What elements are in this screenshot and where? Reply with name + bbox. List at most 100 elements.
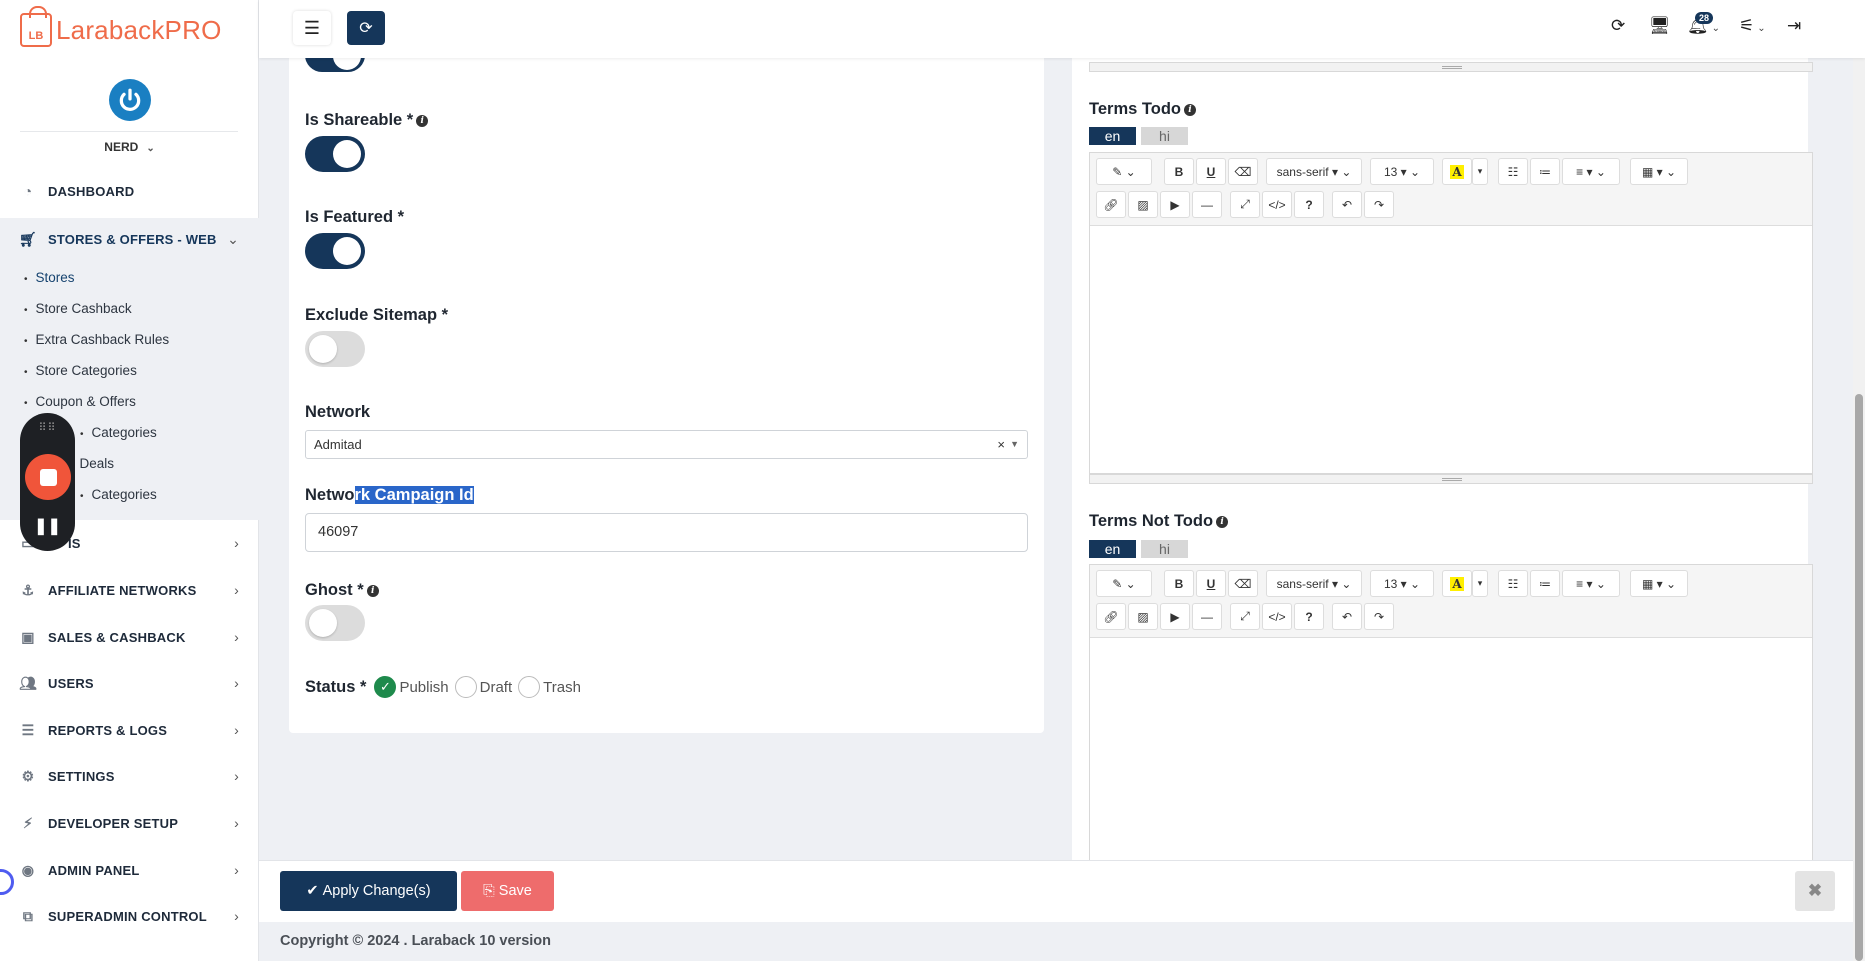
- drag-handle-icon[interactable]: ⠿⠿: [20, 421, 75, 434]
- info-icon[interactable]: i: [1183, 103, 1196, 116]
- bullet-list-button[interactable]: ☷: [1498, 570, 1528, 597]
- link-button[interactable]: 🔗︎: [1096, 603, 1126, 630]
- text-color-button[interactable]: A: [1442, 570, 1472, 597]
- status-publish-radio[interactable]: ✓: [374, 676, 397, 698]
- paragraph-align-button[interactable]: ≡ ▾ ⌄: [1562, 158, 1620, 185]
- ghost-toggle[interactable]: [305, 605, 365, 641]
- underline-button[interactable]: U: [1196, 570, 1226, 597]
- editor-resize-handle[interactable]: [1089, 62, 1813, 72]
- nav-stores-offers[interactable]: 🛒︎ STORES & OFFERS - WEB ⌄: [0, 219, 259, 259]
- terms-not-todo-content[interactable]: [1090, 638, 1812, 860]
- nav-settings[interactable]: ⚙︎ SETTINGS ›: [0, 756, 259, 796]
- nav-developer-setup[interactable]: ⚡︎ DEVELOPER SETUP ›: [0, 803, 259, 843]
- horizontal-rule-button[interactable]: —: [1192, 603, 1222, 630]
- terms-not-todo-tab-hi[interactable]: hi: [1141, 540, 1188, 558]
- page-scrollbar[interactable]: [1853, 58, 1865, 961]
- eraser-button[interactable]: ⌫: [1228, 570, 1258, 597]
- sub-item-categories[interactable]: Categories: [80, 425, 157, 440]
- help-button[interactable]: ?: [1294, 603, 1324, 630]
- sub-item-store-categories[interactable]: Store Categories: [24, 363, 137, 378]
- bullet-list-button[interactable]: ☷: [1498, 158, 1528, 185]
- screen-recorder-widget: ⠿⠿ ❚❚: [20, 413, 75, 551]
- horizontal-rule-button[interactable]: —: [1192, 191, 1222, 218]
- image-button[interactable]: ▨: [1128, 603, 1158, 630]
- ordered-list-button[interactable]: ≔: [1530, 158, 1560, 185]
- info-icon[interactable]: i: [1216, 515, 1229, 528]
- status-trash-radio[interactable]: [518, 676, 541, 698]
- clear-icon[interactable]: ×: [997, 431, 1005, 458]
- notifications-button[interactable]: 🔔︎ 28 ⌄: [1687, 12, 1720, 36]
- exclude-sitemap-toggle[interactable]: [305, 331, 365, 367]
- table-button[interactable]: ▦ ▾ ⌄: [1630, 570, 1688, 597]
- save-button[interactable]: ⎘ Save: [461, 871, 554, 911]
- terms-not-todo-tab-en[interactable]: en: [1089, 540, 1136, 558]
- logout-icon[interactable]: ⇥: [1787, 16, 1801, 36]
- nav-affiliate-networks[interactable]: ⚓︎ AFFILIATE NETWORKS ›: [0, 570, 259, 610]
- monitor-icon[interactable]: 🖥︎: [1649, 16, 1671, 36]
- pause-button[interactable]: ❚❚: [20, 516, 75, 536]
- settings-sliders-button[interactable]: ⚟ ⌄: [1739, 16, 1766, 36]
- paragraph-align-button[interactable]: ≡ ▾ ⌄: [1562, 570, 1620, 597]
- info-icon[interactable]: i: [416, 114, 429, 127]
- fullscreen-button[interactable]: ⤢: [1230, 603, 1260, 630]
- underline-button[interactable]: U: [1196, 158, 1226, 185]
- user-menu[interactable]: NERD ⌄: [0, 140, 259, 154]
- scrollbar-thumb[interactable]: [1855, 394, 1863, 961]
- nav-sales-cashback[interactable]: ▣ SALES & CASHBACK ›: [0, 617, 259, 657]
- text-color-button[interactable]: A: [1442, 158, 1472, 185]
- terms-todo-tab-en[interactable]: en: [1089, 127, 1136, 145]
- ordered-list-button[interactable]: ≔: [1530, 570, 1560, 597]
- undo-button[interactable]: ↶: [1332, 603, 1362, 630]
- color-dropdown-button[interactable]: ▾: [1472, 158, 1488, 185]
- is-shareable-toggle[interactable]: [305, 136, 365, 172]
- terms-todo-tab-hi[interactable]: hi: [1141, 127, 1188, 145]
- apply-changes-button[interactable]: ✔ Apply Change(s): [280, 871, 457, 911]
- video-button[interactable]: ▶: [1160, 603, 1190, 630]
- redo-button[interactable]: ↷: [1364, 191, 1394, 218]
- image-button[interactable]: ▨: [1128, 191, 1158, 218]
- network-select[interactable]: Admitad × ▼: [305, 430, 1028, 459]
- nav-reports-logs[interactable]: ☰ REPORTS & LOGS ›: [0, 710, 259, 750]
- fullscreen-button[interactable]: ⤢: [1230, 191, 1260, 218]
- undo-button[interactable]: ↶: [1332, 191, 1362, 218]
- code-view-button[interactable]: </>: [1262, 603, 1292, 630]
- font-family-select[interactable]: sans-serif ▾ ⌄: [1266, 570, 1362, 597]
- eraser-button[interactable]: ⌫: [1228, 158, 1258, 185]
- table-button[interactable]: ▦ ▾ ⌄: [1630, 158, 1688, 185]
- redo-button[interactable]: ↷: [1364, 603, 1394, 630]
- nav-dashboard[interactable]: ◔ DASHBOARD: [0, 171, 259, 211]
- video-button[interactable]: ▶: [1160, 191, 1190, 218]
- nav-superadmin-control[interactable]: ⧉ SUPERADMIN CONTROL ›: [0, 896, 259, 936]
- magic-style-button[interactable]: ✎ ⌄: [1096, 570, 1152, 597]
- sub-item-stores[interactable]: Stores: [24, 270, 75, 285]
- link-button[interactable]: 🔗︎: [1096, 191, 1126, 218]
- sub-item-store-cashback[interactable]: Store Cashback: [24, 301, 132, 316]
- code-view-button[interactable]: </>: [1262, 191, 1292, 218]
- sync-icon[interactable]: ⟳: [1611, 16, 1625, 36]
- font-family-select[interactable]: sans-serif ▾ ⌄: [1266, 158, 1362, 185]
- menu-toggle-button[interactable]: ☰: [293, 11, 331, 45]
- campaign-id-input[interactable]: 46097: [305, 513, 1028, 552]
- editor-resize-handle[interactable]: [1089, 474, 1813, 484]
- sub-item-extra-cashback-rules[interactable]: Extra Cashback Rules: [24, 332, 170, 347]
- sub-item-deal-categories[interactable]: Categories: [80, 487, 157, 502]
- bold-button[interactable]: B: [1164, 158, 1194, 185]
- status-draft-radio[interactable]: [454, 676, 477, 698]
- brand-logo[interactable]: LB LarabackPRO: [20, 6, 222, 52]
- font-size-select[interactable]: 13 ▾ ⌄: [1370, 158, 1434, 185]
- refresh-button[interactable]: ⟳: [347, 11, 385, 45]
- close-button[interactable]: ✖: [1795, 871, 1835, 911]
- color-dropdown-button[interactable]: ▾: [1472, 570, 1488, 597]
- sub-item-coupon-offers[interactable]: Coupon & Offers: [24, 394, 136, 409]
- is-featured-toggle[interactable]: [305, 233, 365, 269]
- stop-recording-button[interactable]: [25, 454, 71, 500]
- avatar[interactable]: [109, 79, 151, 121]
- terms-todo-content[interactable]: [1090, 226, 1812, 473]
- font-size-select[interactable]: 13 ▾ ⌄: [1370, 570, 1434, 597]
- bold-button[interactable]: B: [1164, 570, 1194, 597]
- nav-admin-panel[interactable]: ◉ ADMIN PANEL ›: [0, 850, 259, 890]
- nav-users[interactable]: 👥︎ USERS ›: [0, 663, 259, 703]
- magic-style-button[interactable]: ✎ ⌄: [1096, 158, 1152, 185]
- info-icon[interactable]: i: [366, 584, 379, 597]
- help-button[interactable]: ?: [1294, 191, 1324, 218]
